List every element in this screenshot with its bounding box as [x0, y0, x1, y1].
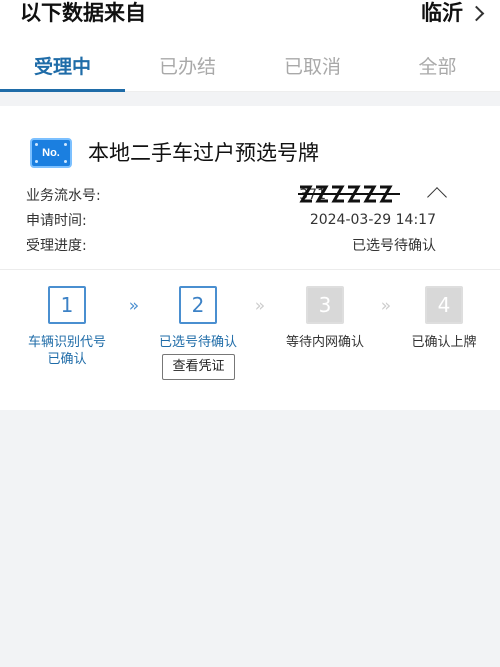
info-row-time: 申请时间: 2024-03-29 14:17 — [26, 207, 474, 232]
view-voucher-button[interactable]: 查看凭证 — [162, 354, 235, 380]
license-plate-icon: No. — [30, 138, 72, 168]
serial-label: 业务流水号: — [26, 187, 101, 204]
info-section: 业务流水号: 371 申请时间: 2024-03-29 14:17 受理进度: … — [0, 182, 500, 257]
step-3: 3 等待内网确认 — [270, 286, 380, 351]
step-1-label-line2: 已确认 — [47, 352, 87, 367]
progress-value: 已选号待确认 — [352, 237, 436, 254]
application-card: No. 本地二手车过户预选号牌 业务流水号: 371 申请时间: 2024-03… — [0, 106, 500, 410]
info-row-serial: 业务流水号: 371 — [26, 182, 474, 207]
redaction-scribble — [298, 185, 400, 203]
step-4: 4 已确认上牌 — [389, 286, 499, 351]
step-arrow-2: » — [254, 296, 266, 316]
top-bar: 以下数据来自 临沂 — [0, 0, 500, 42]
progress-steps: 1 车辆识别代号 已确认 » 2 已选号待确认 » 3 等待内网确认 » 4 已… — [0, 270, 500, 410]
tab-completed[interactable]: 已办结 — [125, 42, 250, 91]
city-name: 临沂 — [421, 1, 463, 25]
info-row-progress: 受理进度: 已选号待确认 — [26, 232, 474, 257]
step-arrow-1: » — [128, 296, 140, 316]
spacer — [0, 92, 500, 106]
tab-cancelled[interactable]: 已取消 — [250, 42, 375, 91]
step-1-label-line1: 车辆识别代号 — [27, 335, 106, 350]
time-value: 2024-03-29 14:17 — [309, 211, 436, 228]
card-title: 本地二手车过户预选号牌 — [88, 141, 319, 165]
chevron-right-icon — [468, 5, 485, 21]
tab-all[interactable]: 全部 — [375, 42, 500, 91]
progress-label: 受理进度: — [26, 237, 87, 254]
city-selector[interactable]: 临沂 — [421, 0, 485, 26]
data-source-title: 以下数据来自 — [20, 1, 146, 25]
step-1-label: 车辆识别代号 已确认 — [12, 334, 122, 368]
step-4-number: 4 — [425, 286, 463, 324]
plate-icon-text: No. — [42, 147, 60, 159]
step-3-label: 等待内网确认 — [285, 335, 364, 350]
step-1-number: 1 — [48, 286, 86, 324]
tab-bar: 受理中 已办结 已取消 全部 — [0, 42, 500, 92]
step-4-label: 已确认上牌 — [411, 335, 477, 350]
step-3-number: 3 — [306, 286, 344, 324]
step-2: 2 已选号待确认 — [143, 286, 253, 351]
step-2-number: 2 — [179, 286, 217, 324]
step-1: 1 车辆识别代号 已确认 — [12, 286, 122, 368]
step-2-label: 已选号待确认 — [158, 335, 237, 350]
tab-in-progress[interactable]: 受理中 — [0, 42, 125, 92]
card-header: No. 本地二手车过户预选号牌 — [0, 106, 500, 182]
time-label: 申请时间: — [26, 212, 87, 229]
